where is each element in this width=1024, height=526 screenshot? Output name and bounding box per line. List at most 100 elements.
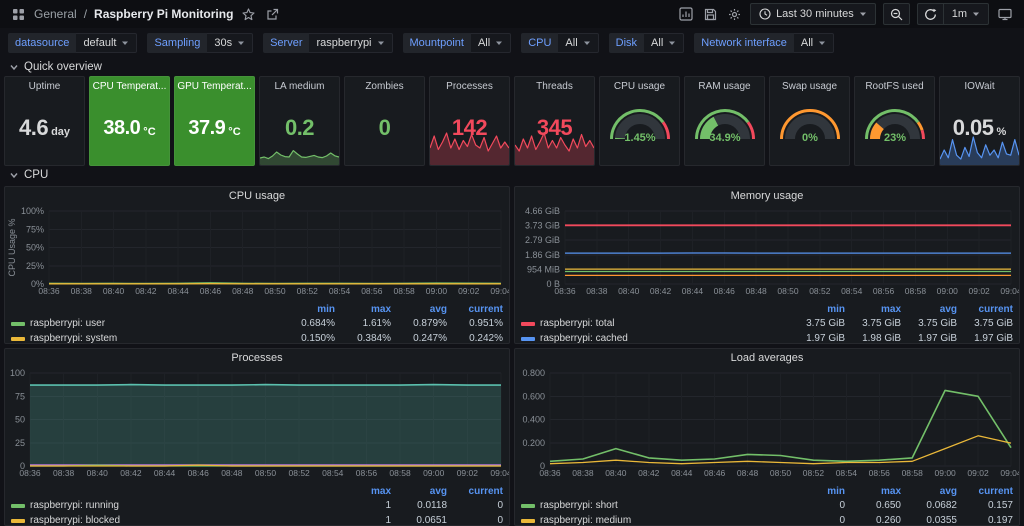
stat-panel-la-medium: LA medium0.2 (259, 76, 340, 166)
legend-series-name[interactable]: raspberrypi: cached (540, 333, 628, 344)
variable-value-select[interactable]: All (794, 33, 834, 53)
legend-series-name[interactable]: raspberrypi: user (30, 318, 105, 329)
legend-col-current[interactable]: current (957, 304, 1013, 315)
time-picker[interactable]: Last 30 minutes (750, 3, 876, 25)
dashboards-grid-icon[interactable] (10, 6, 27, 23)
panel-title[interactable]: CPU usage (600, 77, 679, 93)
legend-item: raspberrypi: medium00.2600.03550.197 (521, 513, 1013, 526)
legend-col-current[interactable]: current (957, 486, 1013, 497)
svg-text:08:58: 08:58 (902, 468, 924, 478)
legend-value: 0.242% (447, 333, 503, 344)
share-icon[interactable] (264, 6, 281, 23)
chevron-down-icon (377, 40, 385, 46)
time-range-label: Last 30 minutes (776, 8, 854, 20)
stat-panel-threads: Threads345 (514, 76, 595, 166)
variable-value-select[interactable]: All (471, 33, 511, 53)
variable-value-select[interactable]: All (644, 33, 684, 53)
legend-col-max[interactable]: max (335, 304, 391, 315)
stat-panel-processes: Processes142 (429, 76, 510, 166)
legend-series-name[interactable]: raspberrypi: medium (540, 515, 631, 526)
svg-text:08:50: 08:50 (264, 286, 286, 296)
settings-gear-icon[interactable] (726, 6, 743, 23)
legend-series-name[interactable]: raspberrypi: blocked (30, 515, 120, 526)
clock-icon (759, 8, 771, 20)
legend-item: raspberrypi: running10.01180 (11, 498, 503, 513)
chart-canvas[interactable]: 4.66 GiB3.73 GiB2.79 GiB1.86 GiB954 MiB0… (515, 205, 1019, 297)
stat-panel-zombies: Zombies0 (344, 76, 425, 166)
series-color-icon (11, 504, 25, 508)
add-panel-icon[interactable] (677, 5, 695, 23)
legend-series-name[interactable]: raspberrypi: running (30, 500, 119, 511)
svg-text:09:02: 09:02 (458, 286, 480, 296)
legend-value: 0 (447, 515, 503, 526)
breadcrumb-folder[interactable]: General (34, 7, 77, 21)
legend-col-avg[interactable]: avg (391, 304, 447, 315)
chart-canvas[interactable]: 0.8000.6000.4000.200008:3608:3808:4008:4… (515, 367, 1019, 479)
panel-title[interactable]: RootFS used (855, 77, 934, 93)
svg-text:75: 75 (15, 391, 25, 401)
legend-value: 0.260 (845, 515, 901, 526)
svg-text:09:00: 09:00 (423, 468, 445, 478)
section-quick-overview[interactable]: Quick overview (0, 58, 1024, 76)
legend-value: 1.61% (335, 318, 391, 329)
svg-text:08:48: 08:48 (746, 286, 768, 296)
refresh-button[interactable] (917, 3, 943, 25)
legend-col-avg[interactable]: avg (901, 486, 957, 497)
svg-text:09:04: 09:04 (1000, 286, 1019, 296)
legend-col-avg[interactable]: avg (901, 304, 957, 315)
legend-header: minmaxavgcurrent (11, 302, 503, 316)
star-icon[interactable] (240, 6, 257, 23)
variable-label: Mountpoint (403, 33, 471, 53)
panel-title[interactable]: Load averages (515, 349, 1019, 367)
section-cpu[interactable]: CPU (0, 166, 1024, 184)
legend-col-min[interactable]: min (279, 304, 335, 315)
stat-value-wrap: 345 (515, 91, 594, 165)
legend-value: 3.75 GiB (957, 318, 1013, 329)
legend-col-current[interactable]: current (447, 304, 503, 315)
svg-text:50: 50 (15, 415, 25, 425)
panel-title[interactable]: Swap usage (770, 77, 849, 93)
variable-value-select[interactable]: All (558, 33, 598, 53)
zoom-out-button[interactable] (883, 3, 910, 25)
svg-text:08:58: 08:58 (389, 468, 411, 478)
svg-text:08:46: 08:46 (704, 468, 726, 478)
legend-col-avg[interactable]: avg (391, 486, 447, 497)
legend-series-name[interactable]: raspberrypi: short (540, 500, 618, 511)
tv-view-icon[interactable] (996, 6, 1014, 23)
svg-text:09:00: 09:00 (937, 286, 959, 296)
svg-text:08:52: 08:52 (809, 286, 831, 296)
variable-value-select[interactable]: default (76, 33, 137, 53)
stat-value-wrap: 4.6day (5, 91, 84, 165)
stat-unit: °C (143, 126, 155, 138)
refresh-interval-select[interactable]: 1m (943, 3, 989, 25)
chart-canvas[interactable]: 100755025008:3608:3808:4008:4208:4408:46… (5, 367, 509, 479)
svg-text:954 MiB: 954 MiB (527, 264, 560, 274)
series-color-icon (11, 519, 25, 523)
legend-col-min[interactable]: min (789, 486, 845, 497)
legend-series-name[interactable]: raspberrypi: total (540, 318, 614, 329)
legend: minmaxavgcurrent raspberrypi: total 3.75 G… (515, 302, 1019, 344)
save-dashboard-icon[interactable] (702, 6, 719, 23)
legend-series-name[interactable]: raspberrypi: system (30, 333, 117, 344)
legend-col-max[interactable]: max (845, 304, 901, 315)
variable-label: Disk (609, 33, 644, 53)
panel-title[interactable]: CPU usage (5, 187, 509, 205)
panel-title[interactable]: RAM usage (685, 77, 764, 93)
chevron-down-icon (495, 40, 503, 46)
svg-text:08:44: 08:44 (168, 286, 190, 296)
legend-col-max[interactable]: max (335, 486, 391, 497)
legend-col-min[interactable]: min (789, 304, 845, 315)
legend-value: 0.951% (447, 318, 503, 329)
chart-canvas[interactable]: 100%75%50%25%0%08:3608:3808:4008:4208:44… (5, 205, 509, 297)
legend-col-current[interactable]: current (447, 486, 503, 497)
svg-text:09:04: 09:04 (490, 468, 509, 478)
stat-value: 0 (379, 115, 391, 141)
breadcrumb-separator: / (84, 7, 87, 21)
variable-value-select[interactable]: 30s (207, 33, 253, 53)
svg-text:08:54: 08:54 (322, 468, 344, 478)
svg-text:0%: 0% (802, 132, 818, 144)
panel-title[interactable]: Processes (5, 349, 509, 367)
variable-value-select[interactable]: raspberrypi (309, 33, 392, 53)
legend-col-max[interactable]: max (845, 486, 901, 497)
panel-title[interactable]: Memory usage (515, 187, 1019, 205)
